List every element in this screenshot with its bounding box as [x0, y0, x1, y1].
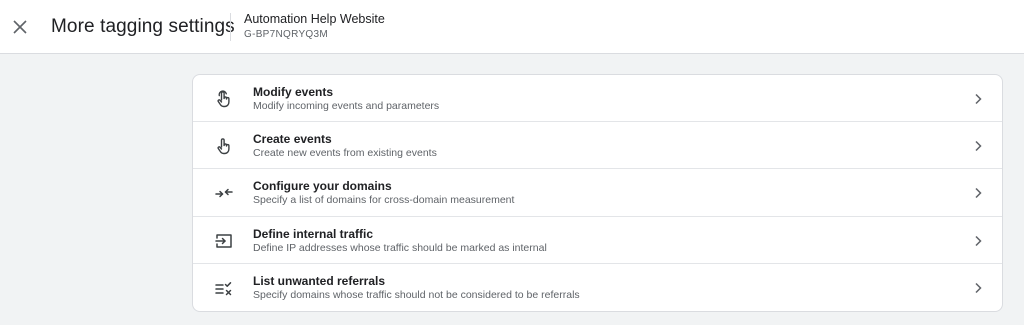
top-bar: More tagging settings Automation Help We…	[0, 0, 1024, 54]
touch-icon	[212, 134, 236, 158]
setting-title: Modify events	[253, 85, 334, 99]
page-title: More tagging settings	[51, 16, 235, 37]
close-button[interactable]	[8, 15, 32, 39]
setting-row-modify-events[interactable]: Modify events Modify incoming events and…	[193, 75, 1002, 123]
setting-description: Define IP addresses whose traffic should…	[253, 241, 547, 254]
close-icon	[13, 20, 27, 34]
touch-icon	[212, 87, 236, 111]
chevron-right-icon	[968, 278, 988, 298]
checklist-x-icon	[212, 276, 236, 300]
chevron-right-icon	[968, 136, 988, 156]
chevron-right-icon	[968, 183, 988, 203]
setting-title: List unwanted referrals	[253, 273, 386, 288]
setting-title: Create events	[253, 132, 332, 147]
setting-description: Modify incoming events and parameters	[253, 100, 440, 112]
property-id: G-BP7NQRYQ3M	[244, 29, 328, 40]
setting-row-unwanted-referrals[interactable]: List unwanted referrals Specify domains …	[193, 264, 1002, 311]
settings-card: Modify events Modify incoming events and…	[192, 74, 1003, 312]
setting-description: Create new events from existing events	[253, 147, 437, 160]
setting-description: Specify a list of domains for cross-doma…	[253, 194, 515, 207]
setting-description: Specify domains whose traffic should not…	[253, 288, 580, 301]
merge-arrows-icon	[212, 181, 236, 205]
header-divider	[230, 13, 231, 41]
setting-row-create-events[interactable]: Create events Create new events from exi…	[193, 122, 1002, 170]
input-icon	[212, 229, 236, 253]
chevron-right-icon	[968, 231, 988, 251]
setting-row-define-internal-traffic[interactable]: Define internal traffic Define IP addres…	[193, 217, 1002, 264]
property-name: Automation Help Website	[244, 12, 385, 26]
setting-title: Configure your domains	[253, 179, 392, 194]
setting-title: Define internal traffic	[253, 226, 374, 241]
setting-row-configure-domains[interactable]: Configure your domains Specify a list of…	[193, 169, 1002, 217]
chevron-right-icon	[968, 89, 988, 109]
